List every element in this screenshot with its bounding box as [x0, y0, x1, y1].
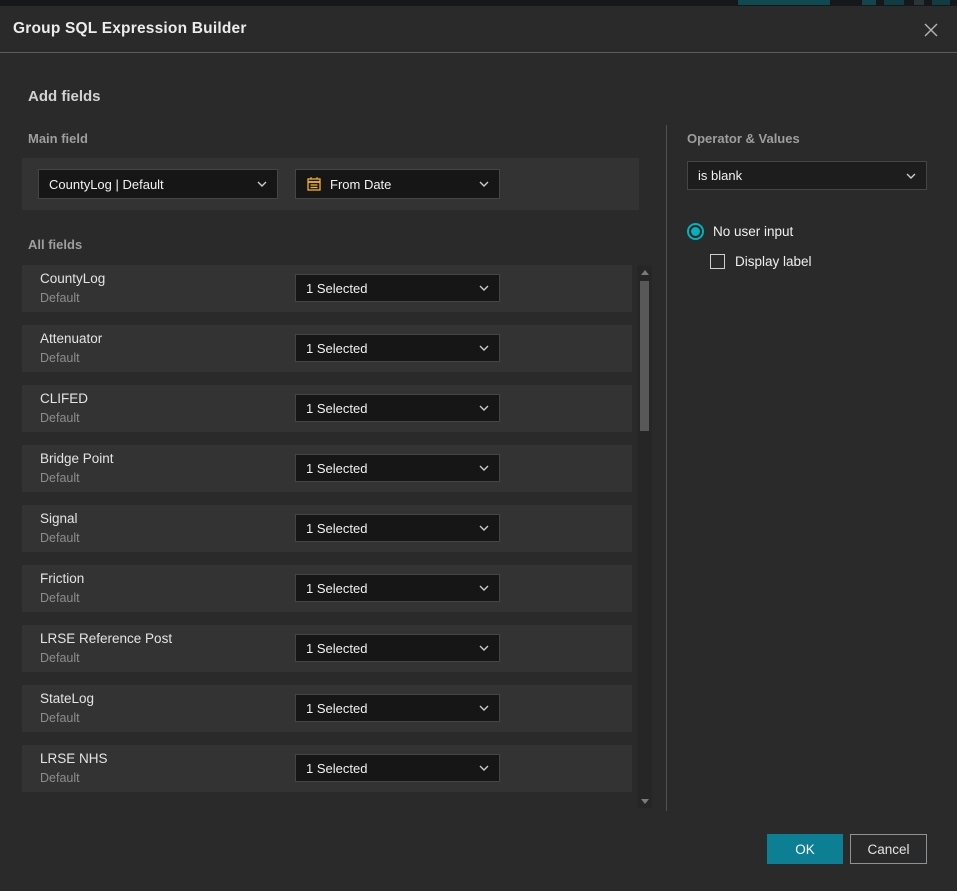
field-name: Attenuator [40, 331, 102, 346]
field-selection-dropdown[interactable]: 1 Selected [295, 634, 500, 662]
field-sublabel: Default [40, 711, 80, 725]
field-selection-value: 1 Selected [306, 521, 471, 536]
all-fields-label: All fields [28, 237, 82, 252]
field-selection-value: 1 Selected [306, 761, 471, 776]
operator-dropdown[interactable]: is blank [687, 161, 927, 190]
field-selection-value: 1 Selected [306, 401, 471, 416]
field-sublabel: Default [40, 531, 80, 545]
field-row: LRSE Reference Post Default 1 Selected [22, 625, 632, 672]
chevron-down-icon [479, 525, 489, 531]
chevron-down-icon [479, 585, 489, 591]
calendar-icon [306, 176, 322, 192]
field-selection-dropdown[interactable]: 1 Selected [295, 454, 500, 482]
dialog-title: Group SQL Expression Builder [13, 20, 247, 38]
field-selection-dropdown[interactable]: 1 Selected [295, 694, 500, 722]
add-fields-heading: Add fields [28, 88, 101, 105]
background-toolbar-fragment [862, 0, 876, 5]
main-field-label: Main field [28, 131, 88, 146]
chevron-down-icon [479, 705, 489, 711]
chevron-down-icon [479, 465, 489, 471]
main-layer-dropdown[interactable]: CountyLog | Default [38, 169, 278, 199]
chevron-down-icon [479, 181, 489, 187]
display-label-checkbox[interactable]: Display label [710, 254, 812, 269]
field-selection-value: 1 Selected [306, 281, 471, 296]
field-name: Friction [40, 571, 84, 586]
field-sublabel: Default [40, 351, 80, 365]
operator-values-heading: Operator & Values [687, 131, 800, 146]
chevron-down-icon [479, 345, 489, 351]
main-field-dropdown-value: From Date [330, 177, 471, 192]
main-layer-dropdown-value: CountyLog | Default [49, 177, 249, 192]
field-selection-dropdown[interactable]: 1 Selected [295, 574, 500, 602]
field-row: LRSE NHS Default 1 Selected [22, 745, 632, 792]
field-name: LRSE NHS [40, 751, 108, 766]
field-selection-dropdown[interactable]: 1 Selected [295, 274, 500, 302]
field-selection-dropdown[interactable]: 1 Selected [295, 394, 500, 422]
field-name: CLIFED [40, 391, 88, 406]
scroll-up-icon[interactable] [637, 265, 652, 279]
chevron-down-icon [479, 405, 489, 411]
main-field-dropdown[interactable]: From Date [295, 169, 500, 199]
main-field-band: CountyLog | Default From Date [22, 158, 639, 210]
panel-divider [666, 125, 667, 811]
field-name: Bridge Point [40, 451, 114, 466]
chevron-down-icon [257, 181, 267, 187]
close-icon[interactable] [917, 16, 945, 44]
cancel-button[interactable]: Cancel [850, 834, 927, 864]
field-name: CountyLog [40, 271, 105, 286]
field-sublabel: Default [40, 291, 80, 305]
field-row: Friction Default 1 Selected [22, 565, 632, 612]
field-row: Signal Default 1 Selected [22, 505, 632, 552]
background-toolbar-fragment [884, 0, 904, 5]
field-selection-value: 1 Selected [306, 641, 471, 656]
field-selection-dropdown[interactable]: 1 Selected [295, 514, 500, 542]
field-selection-value: 1 Selected [306, 461, 471, 476]
ok-button[interactable]: OK [767, 834, 843, 864]
no-user-input-radio[interactable]: No user input [687, 223, 793, 240]
field-row: Attenuator Default 1 Selected [22, 325, 632, 372]
dialog-header: Group SQL Expression Builder [0, 6, 957, 53]
chevron-down-icon [479, 765, 489, 771]
field-row: CountyLog Default 1 Selected [22, 265, 632, 312]
field-name: LRSE Reference Post [40, 631, 172, 646]
fields-list-scrollbar[interactable] [637, 265, 652, 808]
operator-dropdown-value: is blank [698, 168, 898, 183]
field-selection-dropdown[interactable]: 1 Selected [295, 334, 500, 362]
field-row: StateLog Default 1 Selected [22, 685, 632, 732]
field-sublabel: Default [40, 771, 80, 785]
background-toolbar-fragment [932, 0, 950, 5]
field-selection-value: 1 Selected [306, 341, 471, 356]
checkbox-unchecked-icon [710, 254, 725, 269]
radio-selected-icon [687, 223, 704, 240]
field-sublabel: Default [40, 651, 80, 665]
field-name: StateLog [40, 691, 94, 706]
group-sql-expression-builder-dialog: Group SQL Expression Builder Add fields … [0, 6, 957, 891]
chevron-down-icon [479, 285, 489, 291]
field-selection-dropdown[interactable]: 1 Selected [295, 754, 500, 782]
field-selection-value: 1 Selected [306, 581, 471, 596]
field-name: Signal [40, 511, 78, 526]
checkbox-label: Display label [735, 254, 812, 269]
radio-label: No user input [713, 224, 793, 239]
background-toolbar-fragment [914, 0, 924, 5]
field-selection-value: 1 Selected [306, 701, 471, 716]
background-toolbar-fragment [738, 0, 830, 5]
field-row: CLIFED Default 1 Selected [22, 385, 632, 432]
field-sublabel: Default [40, 591, 80, 605]
chevron-down-icon [479, 645, 489, 651]
scroll-down-icon[interactable] [637, 794, 652, 808]
field-sublabel: Default [40, 471, 80, 485]
chevron-down-icon [906, 173, 916, 179]
scrollbar-thumb[interactable] [640, 281, 649, 431]
field-row: Bridge Point Default 1 Selected [22, 445, 632, 492]
field-sublabel: Default [40, 411, 80, 425]
all-fields-list: CountyLog Default 1 Selected Attenuator … [22, 265, 632, 805]
